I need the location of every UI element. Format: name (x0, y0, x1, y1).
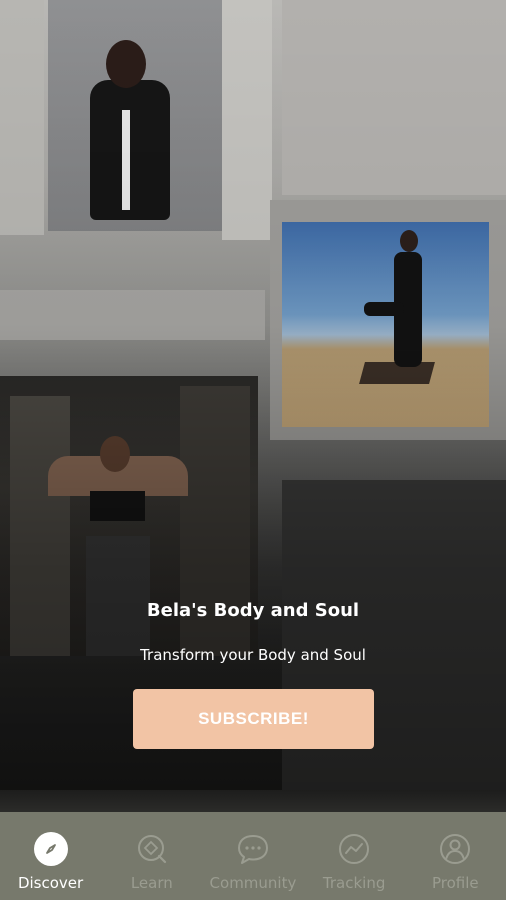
page-subtitle: Transform your Body and Soul (140, 646, 366, 664)
tab-label: Tracking (322, 874, 386, 892)
profile-icon (438, 832, 472, 866)
hero-collage: Bela's Body and Soul Transform your Body… (0, 0, 506, 812)
subscribe-button[interactable]: SUBSCRIBE! (133, 689, 374, 749)
tab-discover[interactable]: Discover (0, 812, 101, 900)
tab-community[interactable]: Community (202, 812, 303, 900)
tab-label: Discover (17, 874, 84, 892)
tab-label: Community (209, 874, 297, 892)
collage-bottom-strip (0, 790, 506, 812)
page-title: Bela's Body and Soul (146, 600, 360, 621)
tab-profile[interactable]: Profile (405, 812, 506, 900)
compass-icon (33, 832, 68, 866)
tab-label: Learn (130, 874, 173, 892)
learn-icon (135, 832, 169, 866)
tracking-chart-icon (337, 832, 371, 866)
tab-learn[interactable]: Learn (101, 812, 202, 900)
bottom-tab-bar: Discover Learn Community Tracking Profil… (0, 812, 506, 900)
tab-tracking[interactable]: Tracking (304, 812, 405, 900)
chat-bubble-icon (236, 832, 270, 866)
tab-label: Profile (432, 874, 479, 892)
